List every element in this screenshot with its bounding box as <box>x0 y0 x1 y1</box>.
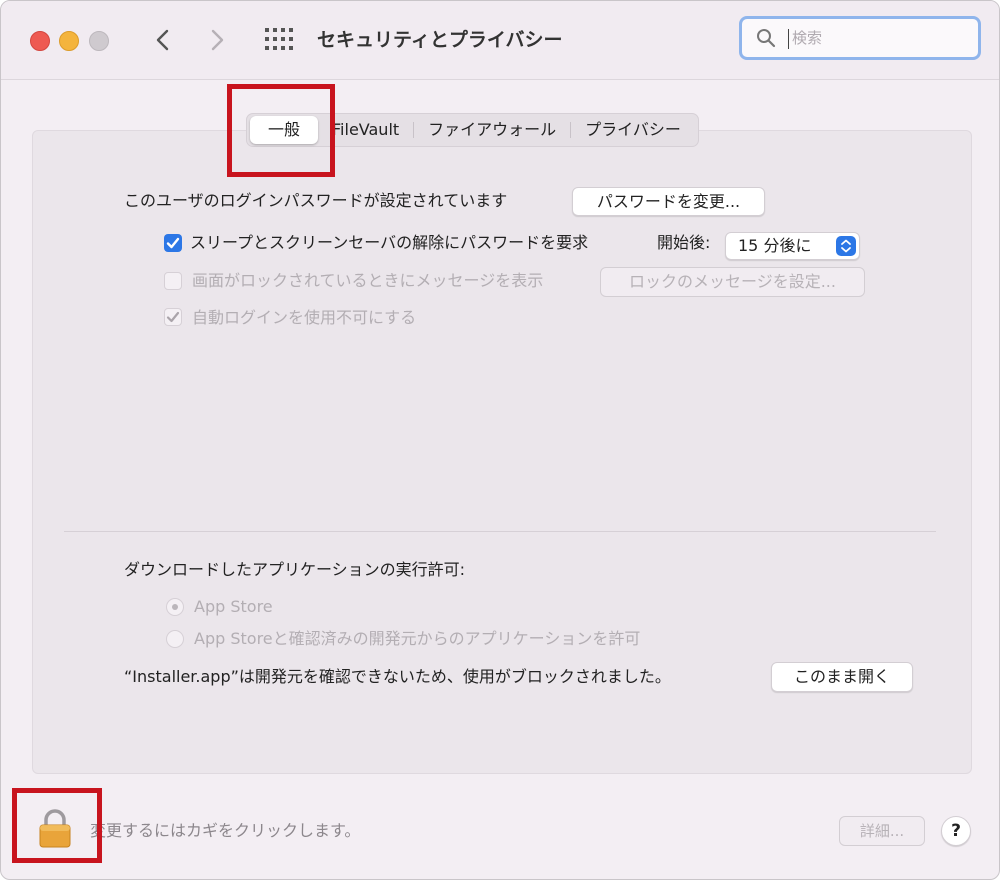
annotation-highlight-general-tab <box>227 84 335 177</box>
close-window-button[interactable] <box>30 31 50 51</box>
zoom-window-button[interactable] <box>89 31 109 51</box>
section-divider <box>64 531 936 532</box>
title-bar: セキュリティとプライバシー 検索 <box>1 1 999 80</box>
disable-auto-login-label: 自動ログインを使用不可にする <box>192 308 417 327</box>
preferences-window: セキュリティとプライバシー 検索 一般 FileVault ファイアウォール プ… <box>0 0 1000 880</box>
up-down-chevron-icon <box>841 239 851 253</box>
window-title: セキュリティとプライバシー <box>317 29 563 51</box>
back-button[interactable] <box>150 25 176 55</box>
tab-privacy[interactable]: プライバシー <box>571 116 695 144</box>
downloads-heading: ダウンロードしたアプリケーションの実行許可: <box>124 560 466 579</box>
radio-identified-developers[interactable] <box>166 630 184 648</box>
grid-icon <box>265 28 293 50</box>
advanced-button[interactable]: 詳細... <box>839 816 925 846</box>
set-lock-message-button[interactable]: ロックのメッセージを設定... <box>600 267 865 297</box>
lock-hint-text: 変更するにはカギをクリックします。 <box>90 821 361 840</box>
disable-auto-login-checkbox[interactable] <box>164 308 182 326</box>
start-after-popup[interactable]: 15 分後に <box>725 232 860 260</box>
checkmark-icon <box>166 311 180 323</box>
require-password-label: スリープとスクリーンセーバの解除にパスワードを要求 <box>190 233 589 252</box>
forward-button[interactable] <box>204 25 230 55</box>
show-all-grid-button[interactable] <box>265 28 293 50</box>
start-after-label: 開始後: <box>657 233 711 252</box>
show-message-checkbox[interactable] <box>164 272 182 290</box>
popup-stepper <box>836 236 856 256</box>
require-password-checkbox[interactable] <box>164 234 182 252</box>
radio-identified-developers-label: App Storeと確認済みの開発元からのアプリケーションを許可 <box>194 629 641 648</box>
blocked-app-message: “Installer.app”は開発元を確認できないため、使用がブロックされまし… <box>124 667 671 686</box>
open-anyway-button[interactable]: このまま開く <box>771 662 913 692</box>
chevron-right-icon <box>211 29 224 51</box>
help-button[interactable]: ? <box>941 816 971 846</box>
password-set-text: このユーザのログインパスワードが設定されています <box>124 191 508 210</box>
search-field[interactable]: 検索 <box>739 16 981 60</box>
change-password-button[interactable]: パスワードを変更... <box>572 187 765 216</box>
chevron-left-icon <box>156 29 169 51</box>
checkmark-icon <box>166 237 180 249</box>
annotation-highlight-lock <box>12 788 102 863</box>
radio-app-store-label: App Store <box>194 597 273 616</box>
minimize-window-button[interactable] <box>59 31 79 51</box>
search-placeholder: 検索 <box>792 29 823 47</box>
search-icon <box>757 29 776 48</box>
tab-firewall[interactable]: ファイアウォール <box>414 116 570 144</box>
text-caret <box>788 29 789 49</box>
radio-app-store[interactable] <box>166 598 184 616</box>
radio-dot <box>172 604 178 610</box>
show-message-label: 画面がロックされているときにメッセージを表示 <box>192 271 544 290</box>
start-after-value: 15 分後に <box>738 236 812 255</box>
